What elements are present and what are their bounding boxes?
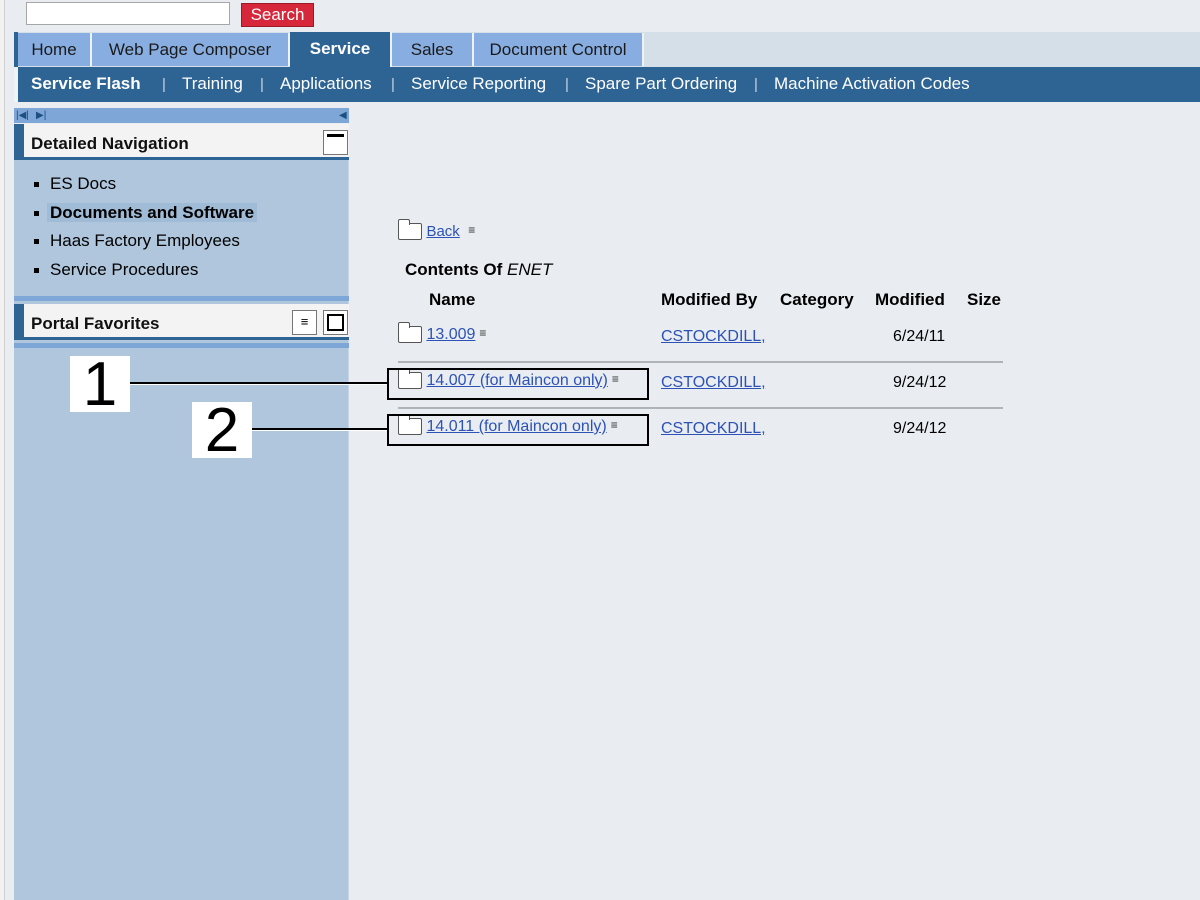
tab-home[interactable]: Home [18, 33, 92, 66]
subnav-service-flash[interactable]: Service Flash [31, 74, 141, 94]
modified-date: 9/24/12 [893, 420, 947, 437]
minimize-icon[interactable] [323, 130, 348, 155]
subnav-separator: | [565, 76, 569, 93]
modified-by-link[interactable]: CSTOCKDILL, [661, 328, 766, 346]
column-header-size[interactable]: Size [967, 290, 1001, 310]
detailed-navigation-title: Detailed Navigation [31, 134, 189, 153]
subnav-separator: | [162, 76, 166, 93]
scroll-left-icon[interactable]: |◀| [16, 108, 29, 123]
folder-name: ENET [507, 260, 553, 279]
panel-divider [14, 343, 349, 348]
modified-by-link[interactable]: CSTOCKDILL, [661, 374, 766, 392]
modified-date: 9/24/12 [893, 374, 947, 391]
subnav-training[interactable]: Training [182, 74, 243, 94]
column-header-modified-by[interactable]: Modified By [661, 290, 757, 310]
scroll-right-icon[interactable]: ▶| [36, 108, 46, 123]
modified-date: 6/24/11 [893, 328, 946, 345]
context-menu-icon[interactable]: ≡ [479, 326, 486, 340]
tab-document-control[interactable]: Document Control [474, 33, 644, 66]
nav-item-documents-and-software[interactable]: Documents and Software [32, 199, 258, 228]
back-link-row: Back ≡ [398, 219, 475, 241]
subnav-separator: | [260, 76, 264, 93]
panel-divider [14, 296, 349, 301]
nav-item-haas-factory-employees[interactable]: Haas Factory Employees [32, 227, 257, 256]
subnav-machine-activation-codes[interactable]: Machine Activation Codes [774, 74, 970, 94]
sidebar: Detailed Navigation ES Docs Documents an… [14, 124, 349, 900]
search-button[interactable]: Search [241, 3, 314, 27]
portal-favorites-header: Portal Favorites ≡ [14, 304, 349, 340]
subnav-applications[interactable]: Applications [280, 74, 372, 94]
subnav-separator: | [391, 76, 395, 93]
options-menu-icon[interactable]: ≡ [292, 310, 317, 335]
callout-2-leader-line [252, 428, 387, 431]
callout-1-leader-line [130, 382, 387, 385]
subnav-separator: | [754, 76, 758, 93]
tab-service[interactable]: Service [290, 32, 392, 67]
context-menu-icon[interactable]: ≡ [468, 223, 475, 237]
maximize-icon[interactable] [323, 310, 348, 335]
top-level-tabs: Home Web Page Composer Service Sales Doc… [14, 32, 1200, 67]
subnav-service-reporting[interactable]: Service Reporting [411, 74, 546, 94]
detailed-navigation-header: Detailed Navigation [14, 124, 349, 160]
portal-favorites-title: Portal Favorites [31, 314, 160, 333]
table-row: 13.009 ≡ CSTOCKDILL, 6/24/11 [398, 322, 1003, 346]
nav-item-es-docs[interactable]: ES Docs [32, 170, 257, 199]
back-link[interactable]: Back [426, 223, 459, 240]
detailed-navigation-list: ES Docs Documents and Software Haas Fact… [32, 170, 258, 285]
callout-2-highlight [387, 414, 649, 446]
folder-icon [398, 322, 422, 344]
column-header-name[interactable]: Name [429, 290, 475, 310]
column-header-modified[interactable]: Modified [875, 290, 945, 310]
tab-sales[interactable]: Sales [392, 33, 474, 66]
row-divider [398, 361, 1003, 363]
folder-icon [398, 219, 422, 241]
contents-of-heading: Contents Of ENET [405, 260, 553, 279]
window-edge [0, 0, 5, 900]
callout-2-label: 2 [192, 400, 252, 462]
subnav-spare-part-ordering[interactable]: Spare Part Ordering [585, 74, 737, 94]
navigation-collapse-bar: |◀| ▶| ◀ [14, 108, 349, 123]
collapse-panel-icon[interactable]: ◀ [339, 108, 347, 123]
row-divider [398, 407, 1003, 409]
nav-item-service-procedures[interactable]: Service Procedures [32, 256, 257, 285]
tab-web-page-composer[interactable]: Web Page Composer [92, 33, 290, 66]
folder-link[interactable]: 13.009 [426, 326, 475, 343]
modified-by-link[interactable]: CSTOCKDILL, [661, 420, 766, 438]
second-level-nav: Service Flash | Training | Applications … [14, 67, 1200, 102]
search-input[interactable] [26, 2, 230, 25]
callout-1-highlight [387, 368, 649, 400]
callout-1-label: 1 [70, 354, 130, 416]
column-header-category[interactable]: Category [780, 290, 854, 310]
